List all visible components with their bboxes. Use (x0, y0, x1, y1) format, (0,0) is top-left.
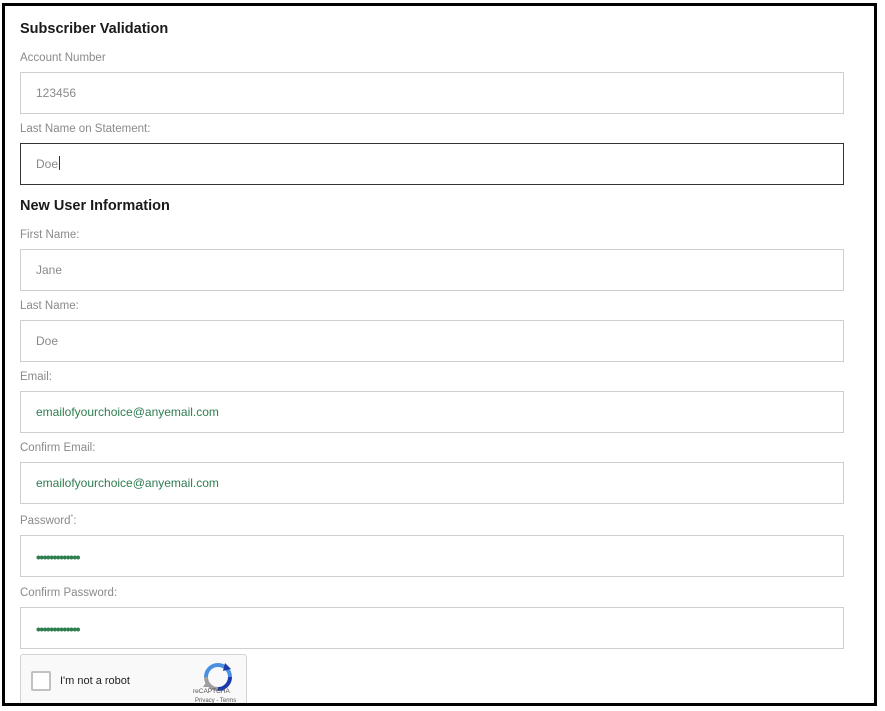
first-name-label: First Name: (20, 229, 80, 241)
confirm-email-field[interactable]: emailofyourchoice@anyemail.com (20, 462, 844, 504)
form-frame: Subscriber Validation Account Number 123… (2, 3, 877, 706)
email-label: Email: (20, 371, 52, 383)
recaptcha-privacy-terms[interactable]: Privacy - Terms (195, 698, 236, 703)
text-caret (59, 156, 61, 170)
confirm-email-value: emailofyourchoice@anyemail.com (36, 476, 219, 490)
new-user-information-heading: New User Information (20, 198, 170, 214)
email-field[interactable]: emailofyourchoice@anyemail.com (20, 391, 844, 433)
password-masked-value: ••••••••••••• (36, 549, 81, 565)
required-asterisk: * (70, 514, 74, 521)
account-number-label: Account Number (20, 52, 106, 64)
password-field[interactable]: ••••••••••••• (20, 535, 844, 577)
last-name-label: Last Name: (20, 300, 79, 312)
last-name-on-statement-field[interactable]: Doe (20, 143, 844, 185)
confirm-email-label: Confirm Email: (20, 442, 96, 454)
account-number-value: 123456 (36, 86, 77, 100)
recaptcha-checkbox[interactable] (31, 671, 51, 691)
account-number-field[interactable]: 123456 (20, 72, 844, 114)
recaptcha-label: I'm not a robot (60, 675, 130, 687)
confirm-password-label: Confirm Password: (20, 587, 118, 599)
last-name-field[interactable]: Doe (20, 320, 844, 362)
confirm-password-masked-value: ••••••••••••• (36, 621, 81, 637)
password-label: Password*: (20, 514, 77, 527)
last-name-on-statement-label: Last Name on Statement: (20, 123, 151, 135)
recaptcha-brand: reCAPTCHA (193, 688, 230, 695)
first-name-value: Jane (36, 263, 63, 277)
subscriber-validation-heading: Subscriber Validation (20, 21, 169, 37)
last-name-value: Doe (36, 334, 59, 348)
email-value: emailofyourchoice@anyemail.com (36, 405, 219, 419)
first-name-field[interactable]: Jane (20, 249, 844, 291)
recaptcha-widget: I'm not a robot reCAPTCHA Privacy - Term… (20, 654, 247, 703)
last-name-on-statement-value: Doe (36, 156, 61, 171)
confirm-password-field[interactable]: ••••••••••••• (20, 607, 844, 649)
